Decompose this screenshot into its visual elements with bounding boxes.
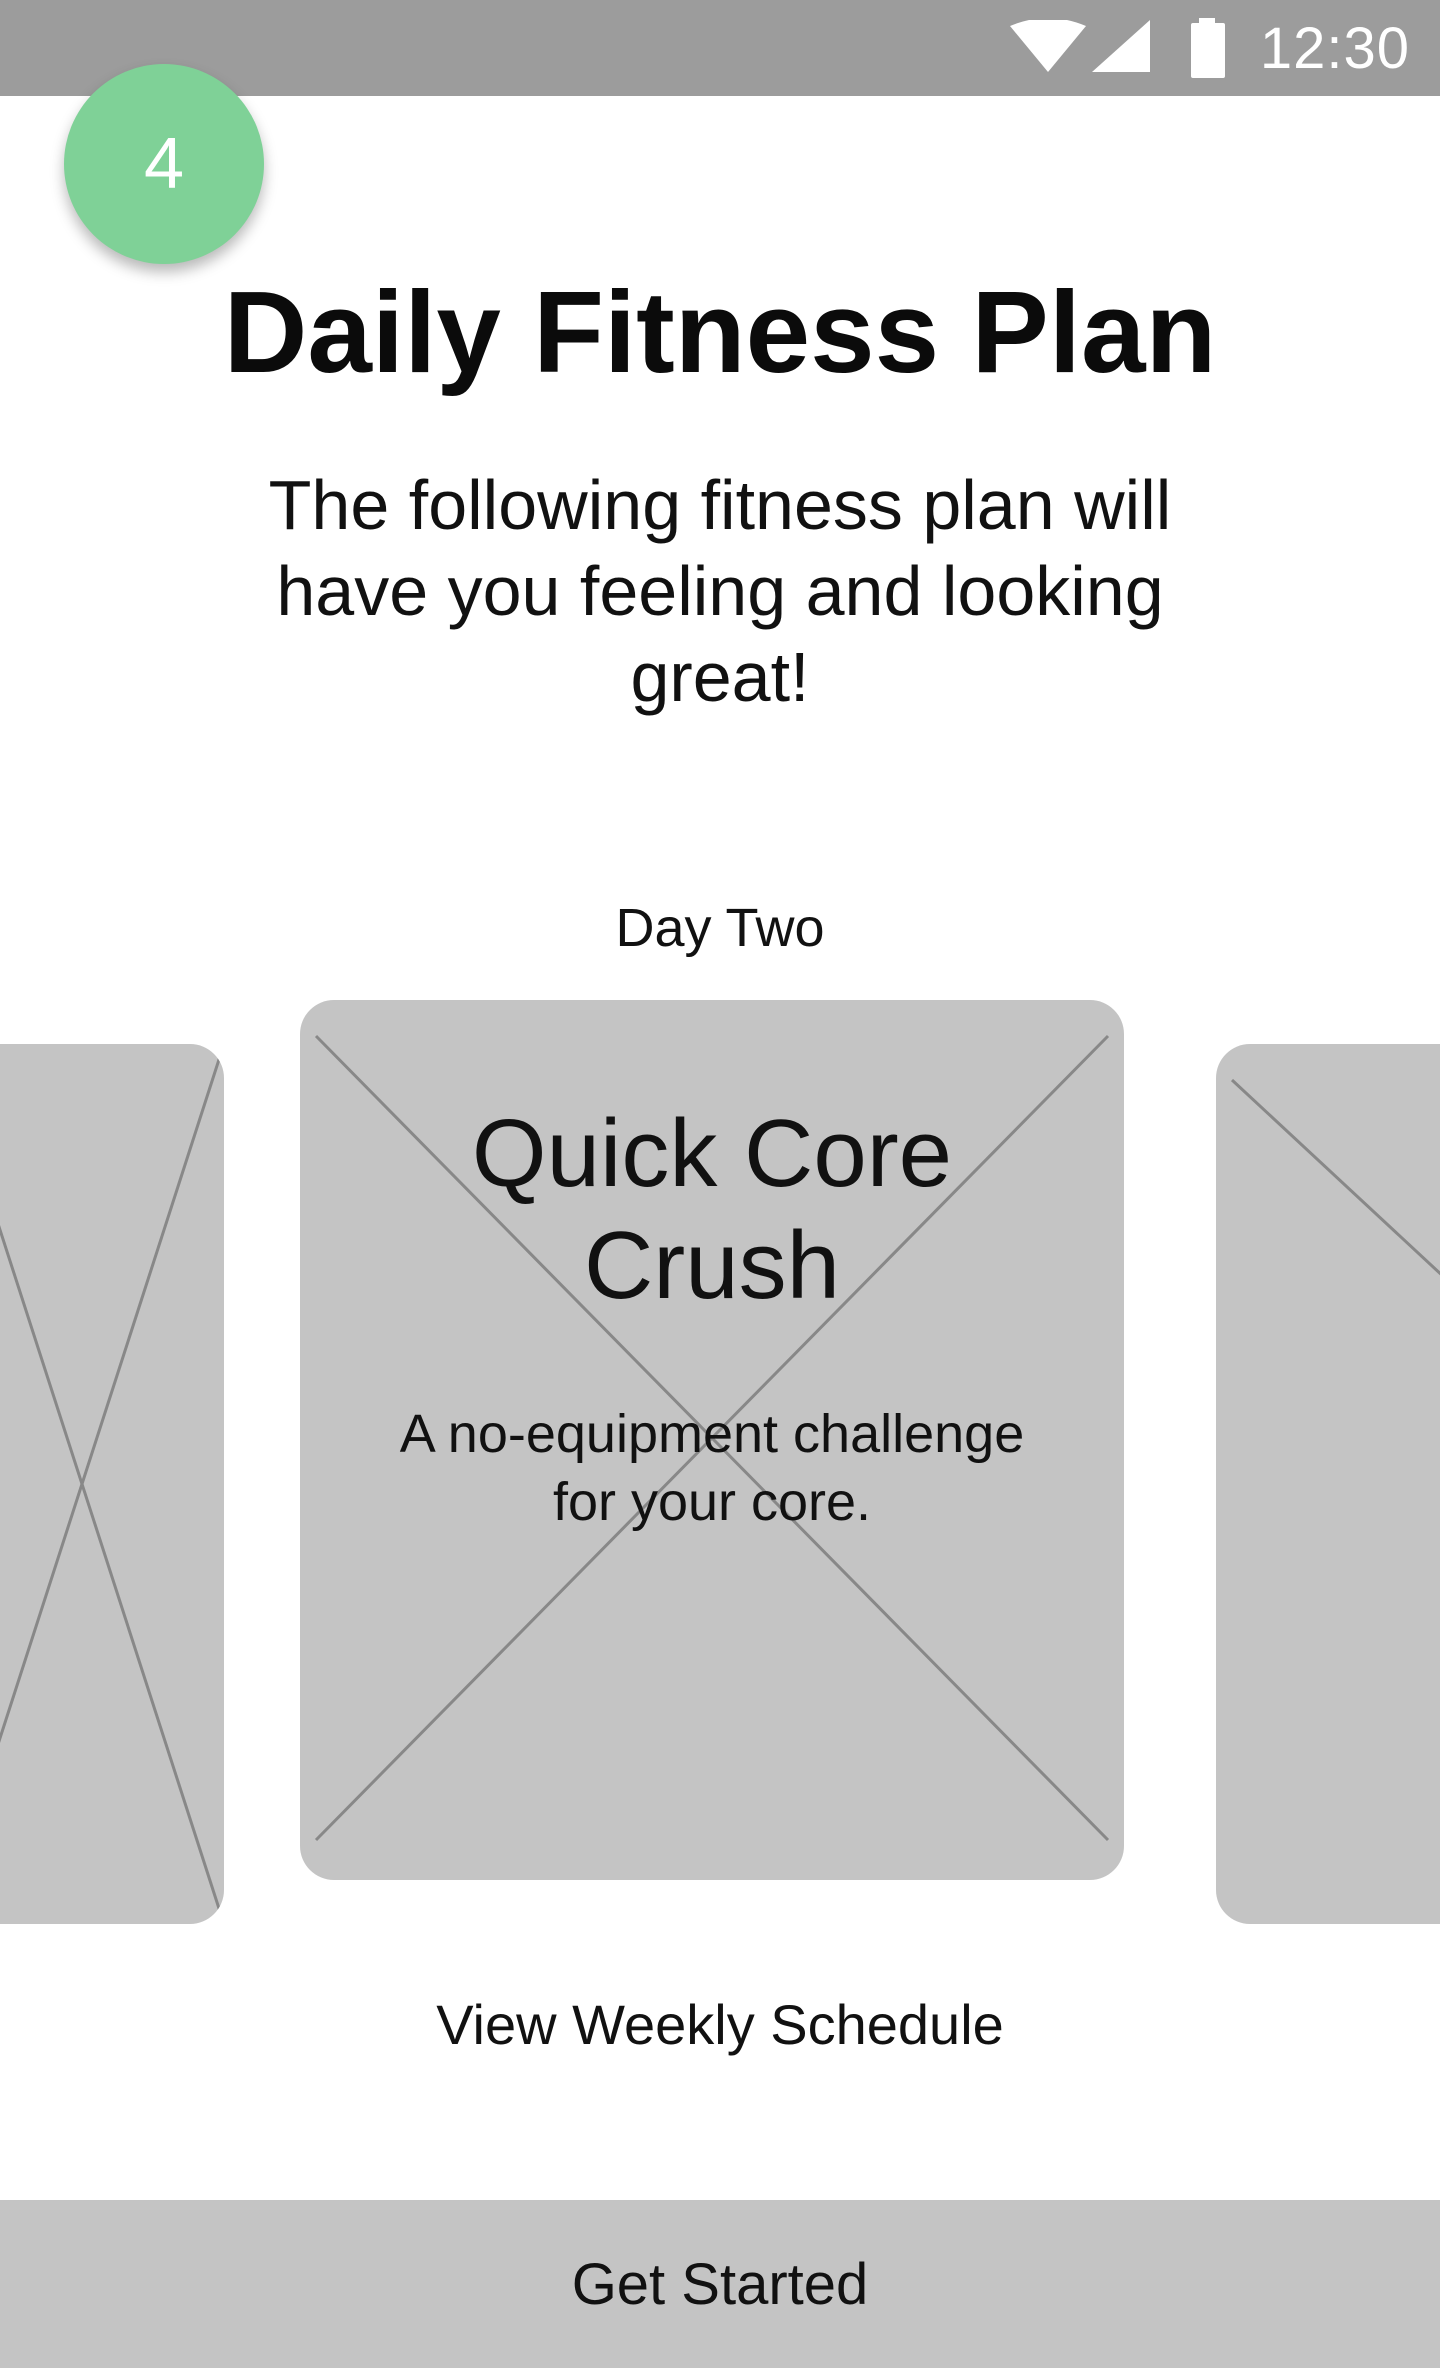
intro-text: The following fitness plan will have you… bbox=[268, 466, 1172, 716]
day-label: Day Two bbox=[615, 898, 825, 958]
battery-icon bbox=[1190, 18, 1225, 78]
wifi-icon bbox=[1009, 20, 1086, 72]
get-started-label: Get Started bbox=[571, 2251, 869, 2317]
workout-description: A no-equipment challenge for your core. bbox=[399, 1404, 1025, 1532]
get-started-button[interactable]: Get Started bbox=[0, 2200, 1440, 2368]
image-placeholder-icon bbox=[1230, 1078, 1440, 1276]
step-number: 4 bbox=[143, 124, 185, 204]
image-placeholder-icon bbox=[0, 1044, 224, 1924]
status-icons: 12:30 bbox=[1009, 0, 1440, 96]
fitness-plan-screen: 12:30 4 Daily Fitness Plan The following… bbox=[0, 0, 1440, 2368]
carousel-card-previous[interactable] bbox=[0, 1044, 224, 1924]
cell-signal-icon bbox=[1091, 20, 1150, 72]
page-title: Daily Fitness Plan bbox=[223, 267, 1217, 397]
carousel-card-active[interactable]: Quick Core Crush A no-equipment challeng… bbox=[300, 1000, 1124, 1880]
view-weekly-schedule-link[interactable]: View Weekly Schedule bbox=[0, 1990, 1440, 2060]
workout-title: Quick Core Crush bbox=[471, 1100, 953, 1319]
step-badge: 4 bbox=[64, 64, 264, 264]
status-time: 12:30 bbox=[1259, 15, 1410, 81]
carousel-card-next[interactable] bbox=[1216, 1044, 1440, 1924]
